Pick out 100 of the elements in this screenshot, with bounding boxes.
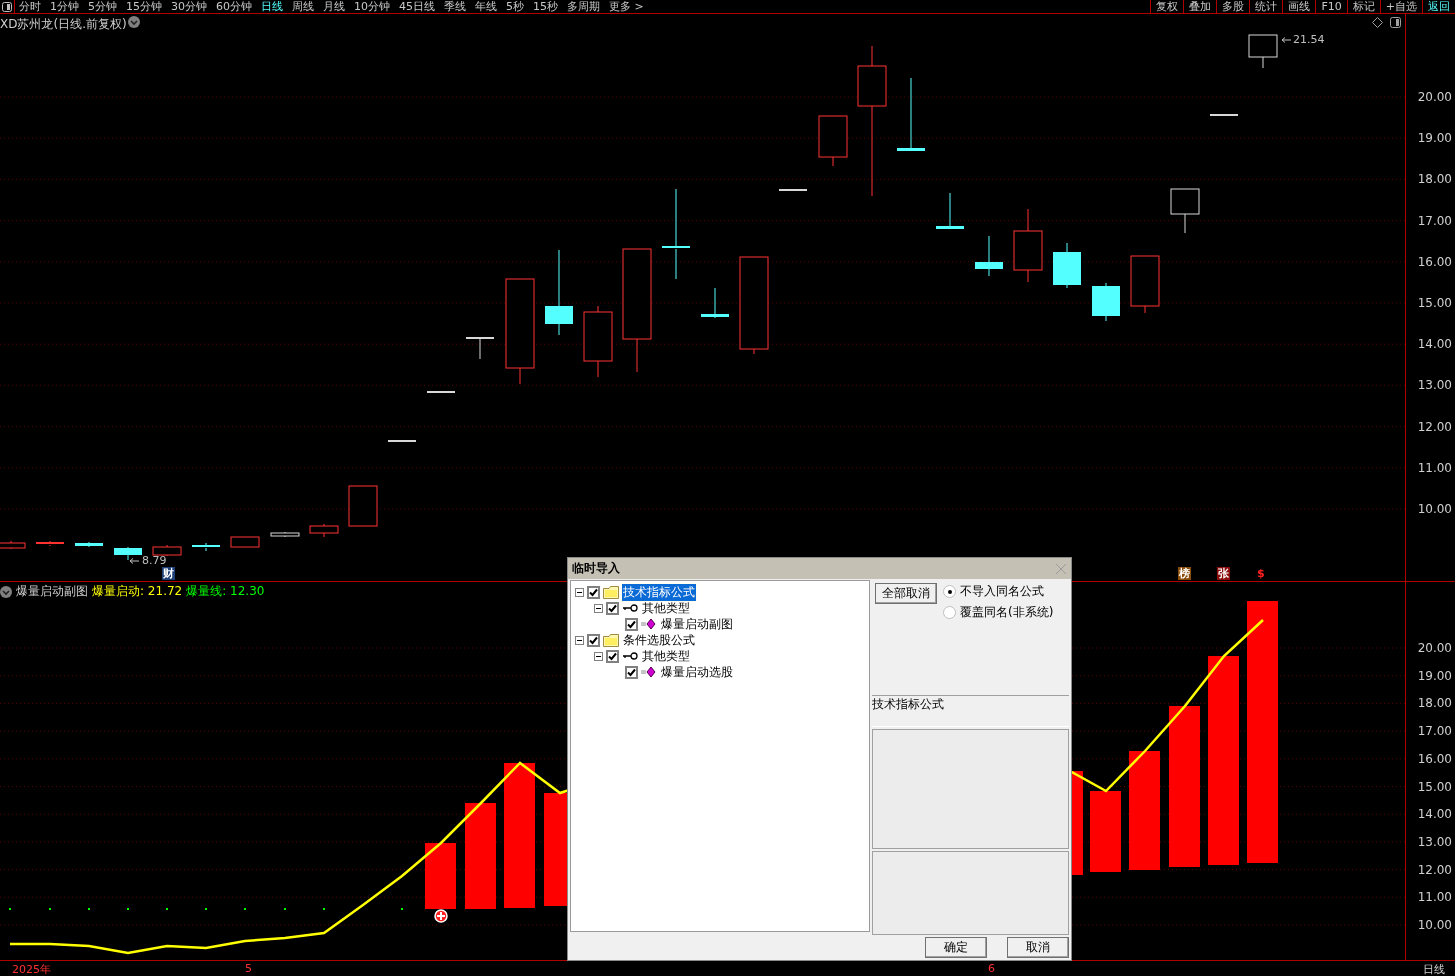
period-tab[interactable]: 5秒 — [506, 0, 524, 13]
toolbar-button[interactable]: 复权 — [1150, 0, 1184, 13]
toolbar-button[interactable]: 标记 — [1346, 0, 1380, 13]
price-tick: 19.00 — [1417, 132, 1452, 145]
candlestick — [152, 544, 182, 557]
date-label: 6 — [988, 962, 995, 975]
dropdown-icon[interactable] — [128, 16, 140, 28]
period-tab[interactable]: 15分钟 — [126, 0, 162, 13]
candlestick — [975, 235, 1003, 277]
period-tab[interactable]: 年线 — [475, 0, 497, 13]
value-tick: 16.00 — [1417, 752, 1452, 765]
toolbar-button[interactable]: 多股 — [1216, 0, 1250, 13]
arrow-icon — [1281, 37, 1291, 43]
period-tab[interactable]: 日线 — [261, 0, 283, 13]
panel-icon[interactable] — [2, 1, 12, 12]
tree-item[interactable]: 条件选股公式 — [622, 631, 696, 649]
candlestick — [192, 542, 220, 552]
period-tab[interactable]: 周线 — [292, 0, 314, 13]
low-price-label: 8.79 — [142, 554, 167, 567]
value-tick: 17.00 — [1417, 725, 1452, 738]
dialog-button[interactable]: 取消 — [1007, 937, 1069, 959]
event-tag[interactable]: 张 — [1217, 567, 1230, 580]
value-tick: 19.00 — [1417, 669, 1452, 682]
candlestick — [818, 115, 848, 167]
candlestick — [466, 337, 494, 360]
event-tag[interactable]: 财 — [162, 567, 175, 580]
checkbox[interactable] — [587, 633, 600, 647]
collapse-toggle[interactable] — [575, 635, 584, 645]
event-mark[interactable]: $ — [1256, 567, 1266, 580]
period-tab[interactable]: 分时 — [19, 0, 41, 13]
plus-marker-icon — [434, 909, 448, 923]
checkbox[interactable] — [625, 617, 638, 631]
candlestick — [701, 287, 729, 319]
date-label: 2025年 — [12, 962, 51, 976]
collapse-toggle[interactable] — [594, 603, 603, 613]
high-price-label: 21.54 — [1293, 33, 1325, 46]
period-tab[interactable]: 30分钟 — [171, 0, 207, 13]
price-tick: 12.00 — [1417, 420, 1452, 433]
collapse-toggle[interactable] — [594, 651, 603, 661]
tree-item[interactable]: 爆量启动选股 — [660, 663, 734, 681]
tree-item[interactable]: 爆量启动副图 — [660, 615, 734, 633]
period-label: 日线 — [1423, 962, 1445, 976]
candlestick — [230, 536, 260, 548]
panel-icon[interactable] — [1390, 17, 1401, 28]
value-tick: 18.00 — [1417, 697, 1452, 710]
key-icon — [622, 651, 638, 662]
diamond-icon[interactable] — [1372, 17, 1383, 28]
candlestick — [270, 531, 300, 538]
period-tab[interactable]: 1分钟 — [50, 0, 79, 13]
price-tick: 15.00 — [1417, 297, 1452, 309]
period-tab[interactable]: 60分钟 — [216, 0, 252, 13]
indicator-value: 爆量线: 12.30 — [186, 583, 265, 600]
gem-icon — [641, 666, 657, 679]
toolbar-button[interactable]: 返回 — [1422, 0, 1455, 13]
period-tab[interactable]: 季线 — [444, 0, 466, 13]
candlestick — [936, 192, 964, 229]
radio-option[interactable]: 覆盖同名(非系统) — [943, 604, 1054, 622]
dropdown-icon[interactable] — [0, 585, 12, 598]
period-tab[interactable]: 更多 > — [609, 0, 644, 13]
candlestick — [1053, 242, 1081, 289]
price-tick: 16.00 — [1417, 255, 1452, 268]
radio-option[interactable]: 不导入同名公式 — [943, 583, 1054, 601]
period-tab[interactable]: 15秒 — [533, 0, 558, 13]
candlestick — [388, 440, 416, 442]
tree-item[interactable]: 技术指标公式 — [622, 583, 696, 601]
radio-button[interactable] — [943, 606, 956, 620]
candlestick — [348, 485, 378, 527]
period-tab[interactable]: 45日线 — [399, 0, 435, 13]
candlestick — [427, 391, 455, 393]
folder-icon — [603, 633, 619, 647]
value-tick: 12.00 — [1417, 863, 1452, 876]
checkbox[interactable] — [625, 665, 638, 679]
toolbar-button[interactable]: 画线 — [1282, 0, 1316, 13]
period-tab[interactable]: 10分钟 — [354, 0, 390, 13]
checkbox[interactable] — [587, 585, 600, 599]
period-tab[interactable]: 5分钟 — [88, 0, 117, 13]
collapse-toggle[interactable] — [575, 587, 584, 597]
tree-item[interactable]: 其他类型 — [641, 599, 691, 617]
candlestick — [779, 189, 807, 191]
period-tab[interactable]: 多周期 — [567, 0, 600, 13]
candlestick — [114, 546, 142, 561]
value-tick: 10.00 — [1417, 919, 1452, 931]
event-tag[interactable]: 榜 — [1178, 567, 1191, 580]
toolbar-button[interactable]: F10 — [1315, 0, 1347, 13]
period-tab[interactable]: 月线 — [323, 0, 345, 13]
checkbox[interactable] — [606, 601, 619, 615]
dialog-button[interactable]: 确定 — [925, 937, 987, 959]
checkbox[interactable] — [606, 649, 619, 663]
chart-title: XD苏州龙(日线.前复权) — [0, 16, 127, 33]
toolbar-button[interactable]: 统计 — [1249, 0, 1283, 13]
deselect-all-button[interactable]: 全部取消 — [875, 583, 937, 605]
toolbar-button[interactable]: +自选 — [1379, 0, 1422, 13]
arrow-icon — [129, 558, 139, 564]
value-tick: 11.00 — [1417, 891, 1452, 904]
price-tick: 14.00 — [1417, 338, 1452, 351]
price-tick: 10.00 — [1417, 503, 1452, 515]
radio-button[interactable] — [943, 585, 956, 599]
toolbar-button[interactable]: 叠加 — [1183, 0, 1217, 13]
value-tick: 14.00 — [1417, 808, 1452, 821]
tree-item[interactable]: 其他类型 — [641, 647, 691, 665]
